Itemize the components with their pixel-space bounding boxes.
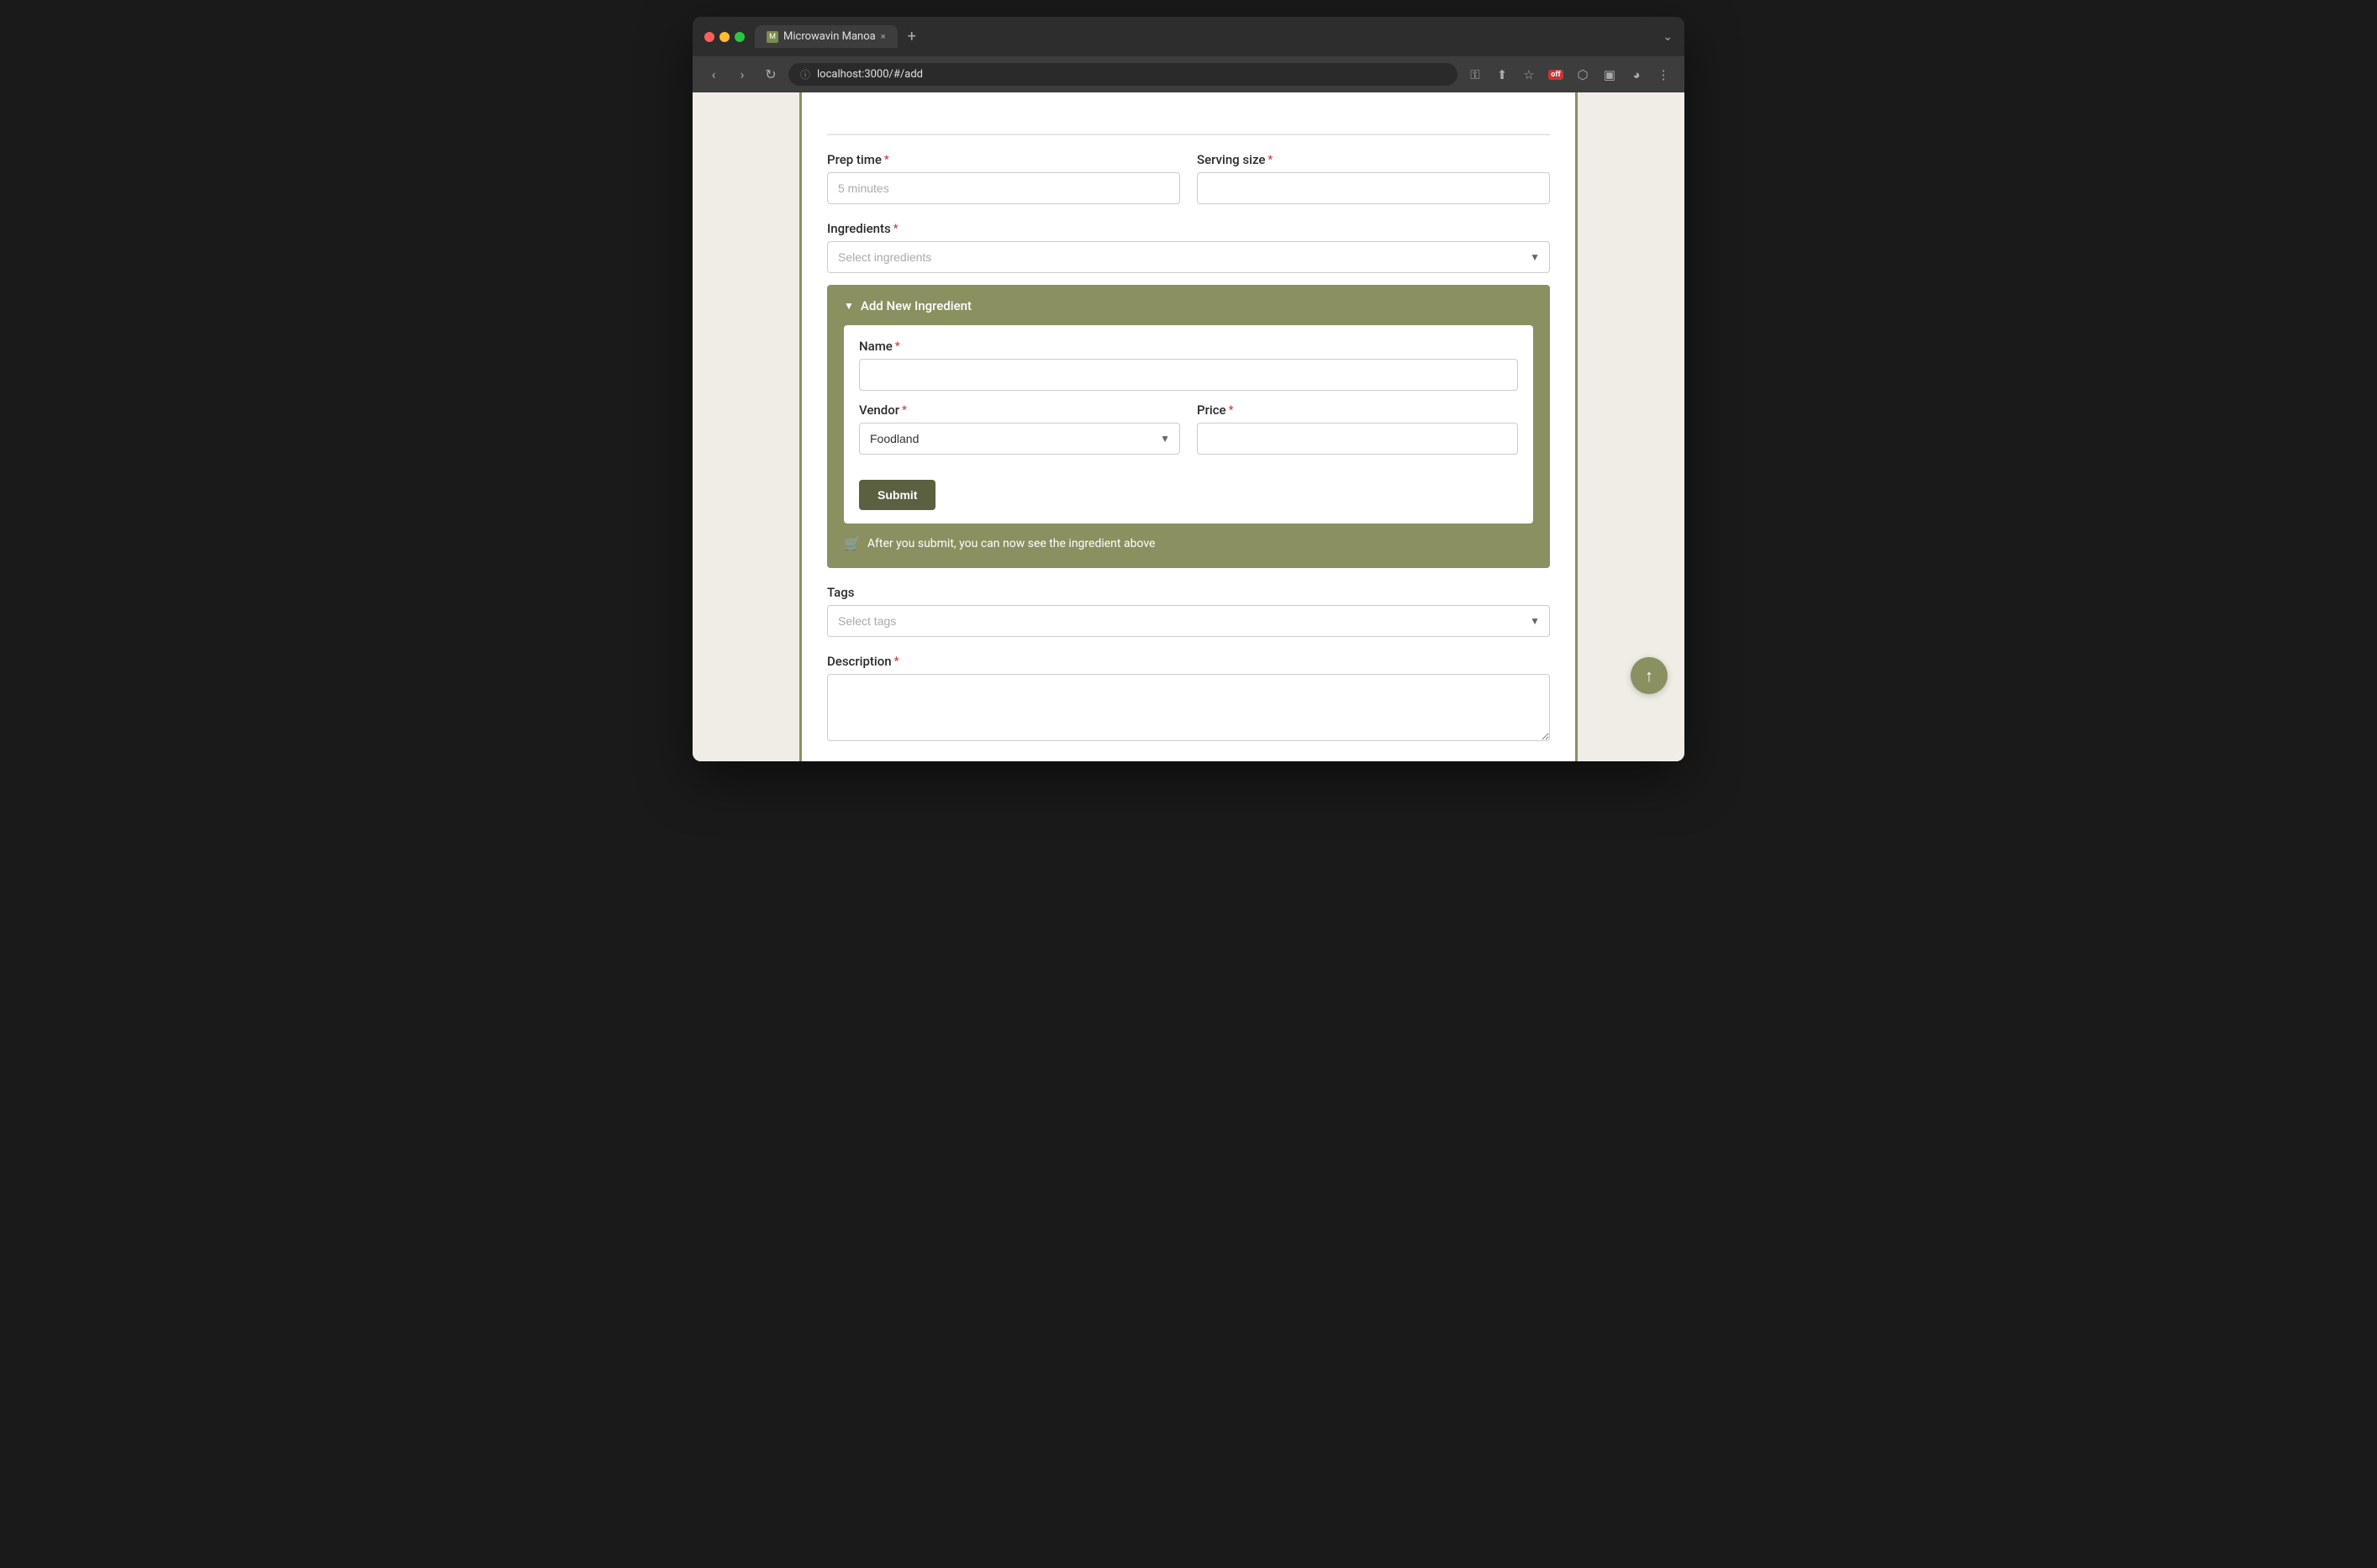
ingredient-section-title: Add New Ingredient (861, 298, 972, 313)
extensions-badge: off (1548, 70, 1563, 80)
browser-toolbar: ‹ › ↻ ⓘ localhost:3000/#/add ⚿ ⬆ ☆ off ⬡… (693, 56, 1684, 92)
cart-icon: 🛒 (844, 535, 861, 551)
ingredient-info-message: 🛒 After you submit, you can now see the … (844, 535, 1533, 551)
profile-icon[interactable]: ◕ (1626, 64, 1647, 86)
ingredients-select-wrapper: Select ingredients ▼ (827, 241, 1550, 273)
traffic-lights (704, 32, 745, 42)
back-button[interactable]: ‹ (703, 64, 725, 86)
ingredient-section-header[interactable]: ▼ Add New Ingredient (844, 298, 1533, 313)
tab-bar: M Microwavin Manoa × + (755, 25, 1652, 48)
left-sidebar (693, 92, 802, 761)
new-tab-button[interactable]: + (904, 28, 920, 45)
serving-size-required: * (1268, 154, 1273, 166)
description-textarea[interactable] (827, 674, 1550, 741)
browser-titlebar: M Microwavin Manoa × + ⌄ (693, 17, 1684, 56)
serving-size-input[interactable] (1197, 172, 1550, 204)
vendor-required: * (902, 404, 907, 417)
browser-window: M Microwavin Manoa × + ⌄ ‹ › ↻ ⓘ localho… (693, 17, 1684, 761)
forward-button[interactable]: › (731, 64, 753, 86)
serving-size-label: Serving size * (1197, 152, 1550, 167)
scroll-top-button[interactable]: ↑ (1631, 657, 1668, 694)
active-tab[interactable]: M Microwavin Manoa × (755, 25, 898, 48)
extensions-icon[interactable]: off (1545, 64, 1567, 86)
menu-icon[interactable]: ⋮ (1652, 64, 1674, 86)
right-sidebar: ↑ (1575, 92, 1684, 761)
puzzle-icon[interactable]: ⬡ (1572, 64, 1594, 86)
sidebar-icon[interactable]: ▣ (1599, 64, 1621, 86)
vendor-label: Vendor * (859, 403, 1180, 418)
price-required: * (1229, 404, 1234, 417)
ingredient-name-input[interactable] (859, 359, 1518, 391)
ingredient-form-card: Name * Vendor * (844, 325, 1533, 524)
tags-select-wrapper: Select tags ▼ (827, 605, 1550, 637)
prep-time-required: * (884, 154, 889, 166)
ingredients-select[interactable]: Select ingredients (827, 241, 1550, 273)
add-ingredient-section: ▼ Add New Ingredient Name * (827, 285, 1550, 568)
ingredient-name-label: Name * (859, 339, 1518, 354)
price-input[interactable] (1197, 423, 1518, 455)
close-window-button[interactable] (704, 32, 714, 42)
ingredient-name-required: * (895, 340, 900, 353)
ingredients-label: Ingredients * (827, 221, 1550, 236)
price-label: Price * (1197, 403, 1518, 418)
ingredients-required: * (893, 223, 899, 235)
tab-title: Microwavin Manoa (783, 30, 876, 43)
minimize-window-button[interactable] (719, 32, 730, 42)
refresh-button[interactable]: ↻ (760, 64, 782, 86)
tags-group: Tags Select tags ▼ (827, 585, 1550, 637)
toolbar-icons: ⚿ ⬆ ☆ off ⬡ ▣ ◕ ⋮ (1464, 64, 1674, 86)
vendor-group: Vendor * Foodland Safeway Times Costco O… (859, 403, 1180, 455)
tab-chevron-icon[interactable]: ⌄ (1663, 30, 1673, 44)
prep-serving-row: Prep time * Serving size * (827, 152, 1550, 204)
tags-label: Tags (827, 585, 1550, 600)
address-url: localhost:3000/#/add (817, 68, 923, 81)
prep-time-label: Prep time * (827, 152, 1180, 167)
address-bar[interactable]: ⓘ localhost:3000/#/add (788, 63, 1457, 86)
ingredients-group: Ingredients * Select ingredients ▼ (827, 221, 1550, 273)
divider (827, 134, 1550, 135)
vendor-select-wrapper: Foodland Safeway Times Costco Other ▼ (859, 423, 1180, 455)
tab-close-button[interactable]: × (881, 31, 886, 42)
share-icon[interactable]: ⬆ (1491, 64, 1513, 86)
description-group: Description * (827, 654, 1550, 745)
price-group: Price * (1197, 403, 1518, 455)
page-content: Prep time * Serving size * Ingredients (693, 92, 1684, 761)
tab-favicon: M (767, 31, 778, 43)
prep-time-input[interactable] (827, 172, 1180, 204)
top-strip (827, 109, 1550, 134)
security-icon: ⓘ (800, 67, 810, 82)
vendor-price-row: Vendor * Foodland Safeway Times Costco O… (859, 403, 1518, 455)
submit-button[interactable]: Submit (859, 480, 936, 510)
key-icon[interactable]: ⚿ (1464, 64, 1486, 86)
description-required: * (894, 655, 899, 668)
vendor-select[interactable]: Foodland Safeway Times Costco Other (859, 423, 1180, 455)
serving-size-group: Serving size * (1197, 152, 1550, 204)
maximize-window-button[interactable] (735, 32, 745, 42)
description-label: Description * (827, 654, 1550, 669)
main-content: Prep time * Serving size * Ingredients (802, 92, 1575, 761)
ingredient-name-group: Name * (859, 339, 1518, 391)
collapse-icon: ▼ (844, 300, 854, 312)
tags-select[interactable]: Select tags (827, 605, 1550, 637)
prep-time-group: Prep time * (827, 152, 1180, 204)
bookmark-icon[interactable]: ☆ (1518, 64, 1540, 86)
